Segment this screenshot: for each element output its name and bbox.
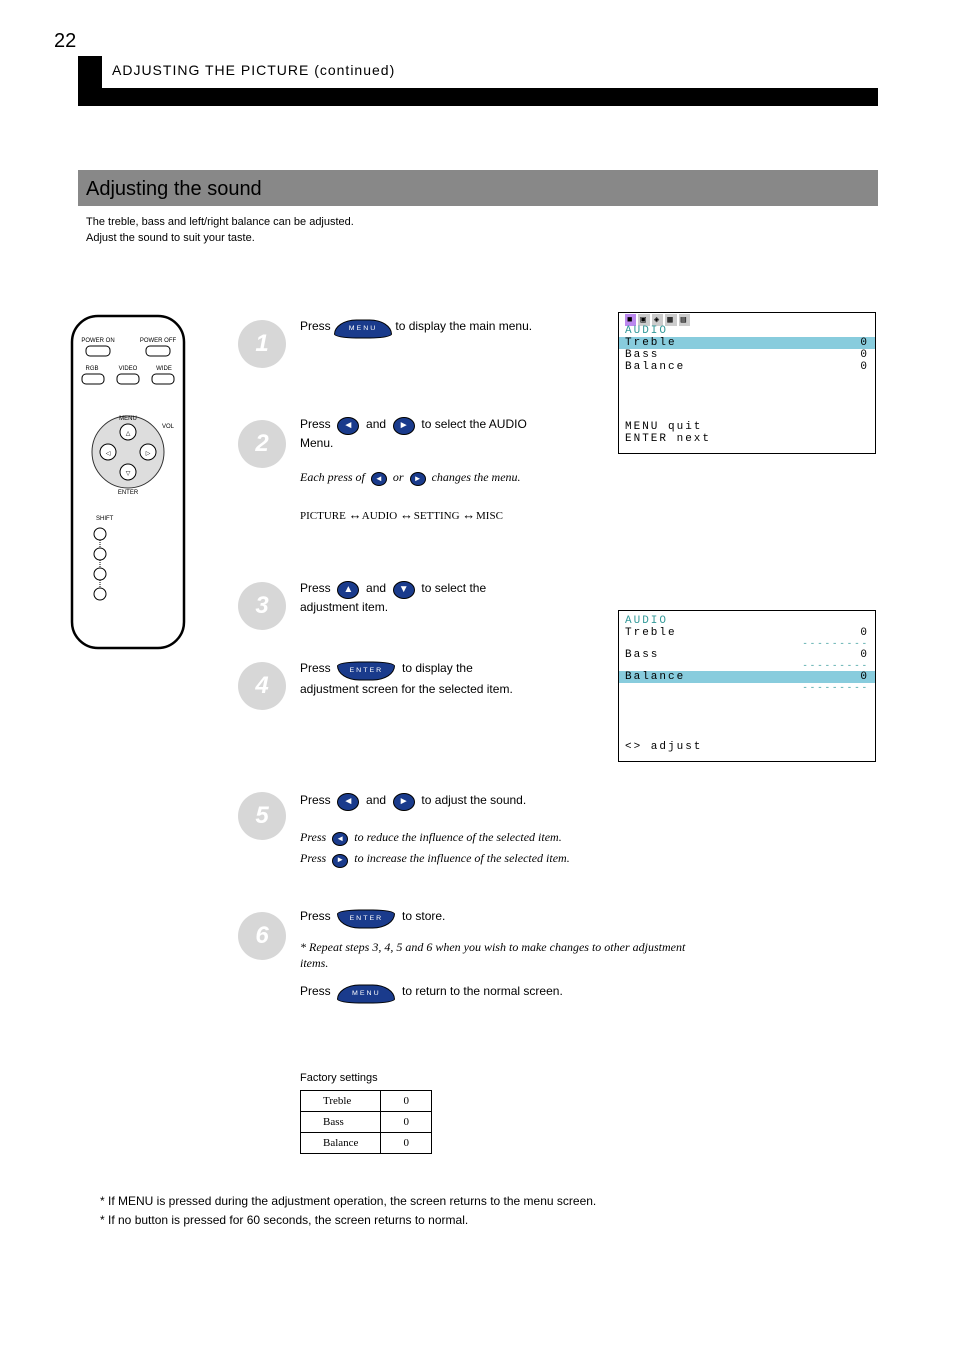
- menu-cycle-b: AUDIO: [362, 510, 397, 522]
- up-arrow-icon[interactable]: ▲: [337, 581, 359, 599]
- left-arrow-small-icon[interactable]: ◄: [332, 832, 348, 846]
- osd-audio-adjust: AUDIO Treble0 --------- Bass0 --------- …: [618, 610, 876, 762]
- osd2-row-balance: Balance0: [619, 671, 875, 683]
- step-4-circle: 4: [238, 662, 286, 710]
- section-subtitle: The treble, bass and left/right balance …: [86, 215, 886, 247]
- label-menu: MENU: [119, 416, 137, 422]
- svg-text:△: △: [126, 431, 131, 437]
- factory-settings: Factory settings Treble0 Bass0 Balance0: [300, 1072, 860, 1154]
- double-arrow-icon: ↔: [349, 506, 360, 524]
- step-5-text: Press ◄ and ► to adjust the sound. Press…: [300, 792, 660, 868]
- step-1-circle: 1: [238, 320, 286, 368]
- factory-label: Factory settings: [300, 1072, 378, 1084]
- page-number: 22: [54, 30, 76, 53]
- step-2-circle: 2: [238, 420, 286, 468]
- factory-table: Treble0 Bass0 Balance0: [300, 1090, 432, 1154]
- subtitle-line-2: Adjust the sound to suit your taste.: [86, 232, 255, 244]
- label-shift: SHIFT: [96, 516, 114, 522]
- svg-text:▷: ▷: [146, 451, 151, 457]
- label-wide: WIDE: [156, 366, 172, 372]
- right-arrow-icon[interactable]: ►: [393, 793, 415, 811]
- osd2-row-treble: Treble0: [619, 627, 875, 639]
- osd2-hint: <> adjust: [619, 737, 708, 757]
- osd1-row-balance: Balance0: [619, 361, 875, 373]
- osd2-title: AUDIO: [619, 611, 875, 627]
- enter-button-icon[interactable]: ENTER: [337, 662, 395, 681]
- step-3-text: Press ▲ and ▼ to select theadjustment it…: [300, 580, 620, 615]
- black-bar: [78, 88, 878, 106]
- osd2-row-bass: Bass0: [619, 649, 875, 661]
- step-1-number: 1: [255, 330, 268, 358]
- step-5-circle: 5: [238, 792, 286, 840]
- step-4-text: Press ENTER to display theadjustment scr…: [300, 660, 620, 697]
- step-5-hint-a: Press ◄ to reduce the influence of the s…: [300, 829, 660, 846]
- step-6-number: 6: [255, 922, 268, 950]
- page-heading: ADJUSTING THE PICTURE (continued): [112, 62, 395, 78]
- step-6-note: * Repeat steps 3, 4, 5 and 6 when you wi…: [300, 939, 700, 971]
- menu-button-icon[interactable]: MENU: [334, 320, 392, 339]
- label-power-on: POWER ON: [81, 338, 114, 344]
- right-arrow-small-icon[interactable]: ►: [410, 472, 426, 486]
- down-arrow-icon[interactable]: ▼: [393, 581, 415, 599]
- menu-cycle-c: SETTING: [414, 510, 460, 522]
- footnotes: * If MENU is pressed during the adjustme…: [100, 1192, 630, 1229]
- step-1-before: Press: [300, 319, 334, 333]
- subtitle-line-1: The treble, bass and left/right balance …: [86, 216, 354, 228]
- svg-text:◁: ◁: [106, 451, 111, 457]
- menu-cycle-a: PICTURE: [300, 510, 346, 522]
- osd1-title: AUDIO: [619, 325, 875, 337]
- step-5-hint-b: Press ► to increase the influence of the…: [300, 850, 660, 867]
- left-arrow-icon[interactable]: ◄: [337, 793, 359, 811]
- svg-text:▽: ▽: [126, 471, 131, 477]
- step-2-text: Press ◄ and ► to select the AUDIOMenu. E…: [300, 416, 630, 486]
- menu-button-icon[interactable]: MENU: [337, 985, 395, 1004]
- footnote-2: * If no button is pressed for 60 seconds…: [100, 1211, 630, 1230]
- step-6-circle: 6: [238, 912, 286, 960]
- step-1-text: Press MENU to display the main menu.: [300, 318, 532, 339]
- table-row: Bass0: [301, 1112, 432, 1133]
- step-2-number: 2: [255, 430, 268, 458]
- step-5-number: 5: [255, 802, 268, 830]
- enter-button-icon[interactable]: ENTER: [337, 910, 395, 929]
- osd2-bar-2: ---------: [619, 661, 875, 671]
- footnote-1: * If MENU is pressed during the adjustme…: [100, 1192, 630, 1211]
- osd1-hints: MENU quit ENTER next: [619, 417, 717, 449]
- step-3-circle: 3: [238, 582, 286, 630]
- osd1-row-bass: Bass0: [619, 349, 875, 361]
- table-row: Treble0: [301, 1091, 432, 1112]
- right-arrow-small-icon[interactable]: ►: [332, 854, 348, 868]
- step-4-number: 4: [255, 672, 268, 700]
- table-row: Balance0: [301, 1133, 432, 1154]
- osd2-bar-1: ---------: [619, 639, 875, 649]
- label-power-off: POWER OFF: [140, 338, 177, 344]
- left-arrow-small-icon[interactable]: ◄: [371, 472, 387, 486]
- osd2-bar-3: ---------: [619, 683, 875, 693]
- step-3-number: 3: [255, 592, 268, 620]
- section-title: Adjusting the sound: [86, 178, 262, 201]
- menu-cycle-d: MISC: [476, 510, 503, 522]
- right-arrow-icon[interactable]: ►: [393, 417, 415, 435]
- label-enter: ENTER: [118, 490, 139, 496]
- osd1-row-treble: Treble0: [619, 337, 875, 349]
- label-video: VIDEO: [119, 366, 138, 372]
- label-rgb: RGB: [85, 366, 98, 372]
- step-1-after: to display the main menu.: [395, 319, 532, 333]
- osd-audio-main: ■▣◈▦▤ AUDIO Treble0 Bass0 Balance0 MENU …: [618, 312, 876, 454]
- double-arrow-icon: ↔: [462, 506, 473, 524]
- step-2-note: Each press of ◄ or ► changes the menu.: [300, 469, 630, 486]
- label-vol: VOL: [162, 424, 175, 430]
- step-6-text: Press ENTER to store. * Repeat steps 3, …: [300, 908, 700, 1004]
- left-arrow-icon[interactable]: ◄: [337, 417, 359, 435]
- menu-cycle: PICTURE ↔ AUDIO ↔ SETTING ↔ MISC: [300, 506, 800, 524]
- page-root: 22 ADJUSTING THE PICTURE (continued) Adj…: [0, 0, 954, 1351]
- double-arrow-icon: ↔: [400, 506, 411, 524]
- remote-illustration: POWER ON POWER OFF RGB VIDEO WIDE MENU V…: [68, 312, 188, 652]
